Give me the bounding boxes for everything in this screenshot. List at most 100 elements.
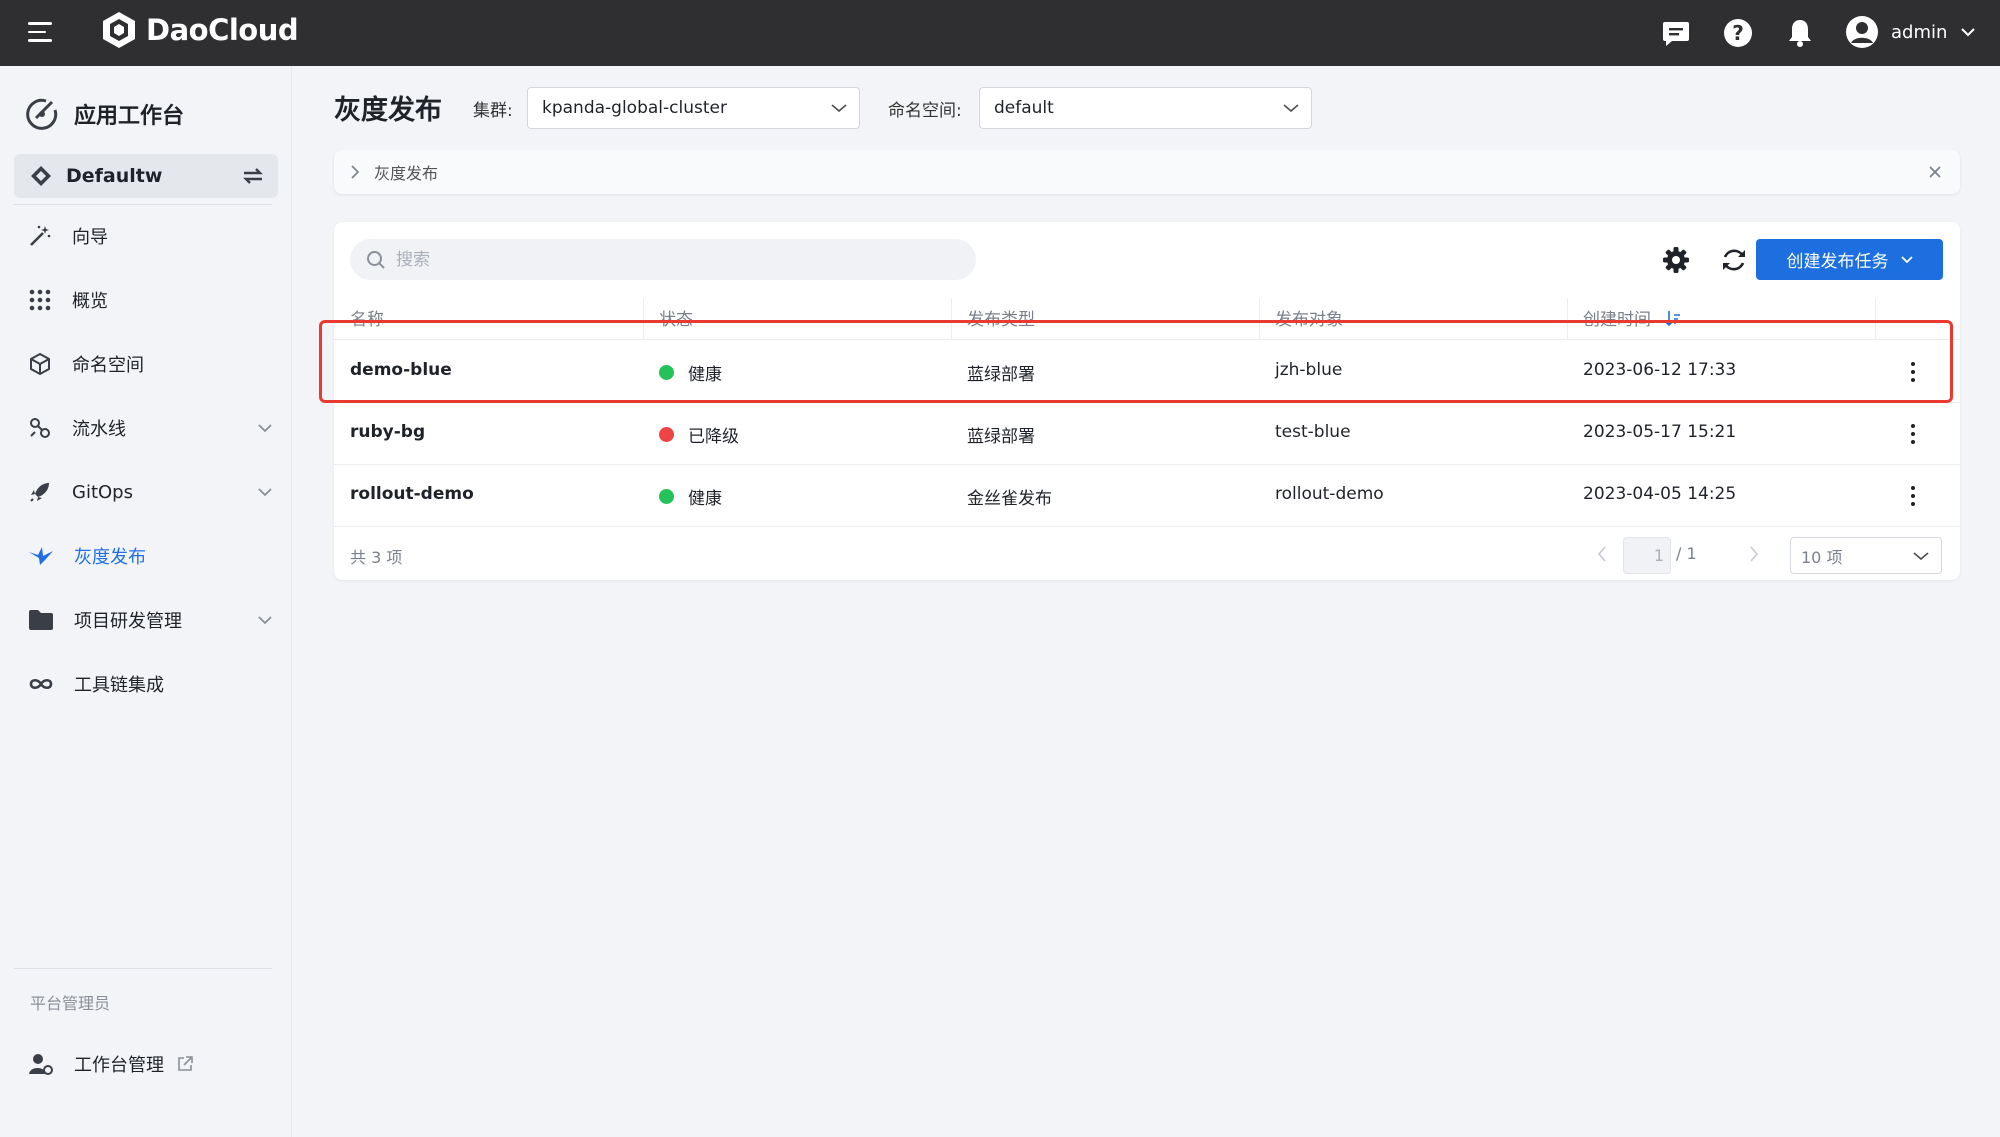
chevron-left-icon[interactable] [1596,545,1608,563]
chevron-down-icon [1913,551,1929,560]
settings-icon[interactable] [1661,245,1691,275]
namespace-select[interactable]: default [979,87,1312,129]
more-actions-icon[interactable] [1901,359,1925,385]
release-type: 蓝绿部署 [967,365,1035,385]
created-time: 2023-05-17 15:21 [1583,422,1737,442]
avatar-icon [1846,16,1878,48]
more-actions-icon[interactable] [1901,483,1925,509]
column-separator [1875,298,1876,340]
search-box[interactable] [350,239,976,280]
column-separator [1259,298,1260,340]
more-actions-icon[interactable] [1901,421,1925,447]
grid-icon [29,289,51,311]
chevron-down-icon [258,488,272,497]
release-table-card: 创建发布任务 名称 状态 发布类型 发布对象 创建时间 demo-blue 健康… [334,222,1960,580]
page-number-input[interactable] [1623,537,1671,574]
chevron-right-icon[interactable] [350,165,360,179]
chevron-right-icon[interactable] [1748,545,1760,563]
help-icon[interactable]: ? [1722,17,1754,49]
column-header-type[interactable]: 发布类型 [967,305,1035,330]
workspace-selector[interactable]: Defaultw [14,154,278,198]
chevron-down-icon [258,616,272,625]
table-row[interactable]: demo-blue 健康 蓝绿部署 jzh-blue 2023-06-12 17… [334,341,1960,403]
status-text: 已降级 [688,427,739,447]
release-target: test-blue [1275,422,1351,442]
section-label: 平台管理员 [30,994,111,1013]
sidebar-item-workbench-admin[interactable]: 工作台管理 [14,1040,278,1088]
brand-logo[interactable]: DaoCloud [100,10,299,50]
column-header-target[interactable]: 发布对象 [1275,305,1343,330]
page-total: / 1 [1676,544,1697,563]
release-type: 金丝雀发布 [967,489,1052,509]
search-input[interactable] [396,249,956,270]
sort-icon[interactable] [1665,309,1681,327]
cluster-select[interactable]: kpanda-global-cluster [527,87,860,129]
bird-icon [29,547,53,565]
pipeline-icon [30,418,50,438]
chevron-down-icon [831,104,847,113]
breadcrumb: 灰度发布 [334,150,1960,194]
cube-icon [30,352,50,376]
refresh-icon[interactable] [1719,245,1749,275]
status-cell: 健康 [659,484,722,509]
cluster-label: 集群: [473,101,513,121]
close-icon[interactable] [1926,163,1944,181]
page-title: 灰度发布 [334,95,442,126]
sidebar-divider [14,204,272,205]
chevron-down-icon [1961,28,1976,37]
bell-icon[interactable] [1784,17,1816,49]
message-icon[interactable] [1660,17,1692,49]
sidebar-item-guide[interactable]: 向导 [14,212,278,260]
column-header-created[interactable]: 创建时间 [1583,305,1681,330]
user-menu[interactable]: admin [1845,15,1976,49]
namespace-value: default [994,98,1054,118]
sidebar: 应用工作台 Defaultw 向导 概览 命名空间 流水线 GitOps 灰度发… [0,66,292,1137]
created-time: 2023-06-12 17:33 [1583,360,1737,380]
chevron-down-icon [258,424,272,433]
workspace-name: Defaultw [66,165,163,187]
release-type: 蓝绿部署 [967,427,1035,447]
sidebar-item-overview[interactable]: 概览 [14,276,278,324]
table-row[interactable]: rollout-demo 健康 金丝雀发布 rollout-demo 2023-… [334,465,1960,527]
sidebar-item-namespace[interactable]: 命名空间 [14,340,278,388]
search-icon [367,250,385,269]
external-link-icon [178,1056,193,1071]
page-size-value: 10 项 [1801,547,1843,567]
status-cell: 健康 [659,360,722,385]
status-cell: 已降级 [659,422,739,447]
namespace-label: 命名空间: [888,101,962,121]
create-release-button[interactable]: 创建发布任务 [1756,239,1943,280]
table-header: 名称 状态 发布类型 发布对象 创建时间 [334,298,1960,340]
cluster-value: kpanda-global-cluster [542,98,727,118]
sidebar-item-toolchain[interactable]: 工具链集成 [14,660,278,708]
sidebar-item-pipeline[interactable]: 流水线 [14,404,278,452]
sidebar-divider [14,968,272,969]
breadcrumb-item[interactable]: 灰度发布 [374,160,438,184]
table-row[interactable]: ruby-bg 已降级 蓝绿部署 test-blue 2023-05-17 15… [334,403,1960,465]
release-name[interactable]: demo-blue [350,360,452,380]
created-time: 2023-04-05 14:25 [1583,484,1737,504]
release-name[interactable]: rollout-demo [350,484,474,504]
status-text: 健康 [688,365,722,385]
pagination: 共 3 项 / 1 10 项 [334,529,1960,580]
wand-icon [30,225,51,246]
workbench-icon [26,98,58,130]
workspace-icon [31,166,51,186]
release-name[interactable]: ruby-bg [350,422,425,442]
sidebar-item-project-management[interactable]: 项目研发管理 [14,596,278,644]
column-header-name[interactable]: 名称 [350,305,384,330]
release-target: rollout-demo [1275,484,1384,504]
rocket-icon [30,483,49,502]
column-separator [951,298,952,340]
release-target: jzh-blue [1275,360,1343,380]
top-bar: DaoCloud ? admin [0,0,2000,66]
sidebar-item-gitops[interactable]: GitOps [14,468,278,516]
column-separator [1567,298,1568,340]
column-header-status[interactable]: 状态 [659,305,693,330]
menu-icon[interactable] [28,22,52,42]
daocloud-logo-icon [103,12,135,48]
page-size-select[interactable]: 10 项 [1790,537,1942,574]
status-dot [659,365,674,380]
switch-icon[interactable] [242,166,264,186]
sidebar-item-canary-release[interactable]: 灰度发布 [14,532,278,580]
